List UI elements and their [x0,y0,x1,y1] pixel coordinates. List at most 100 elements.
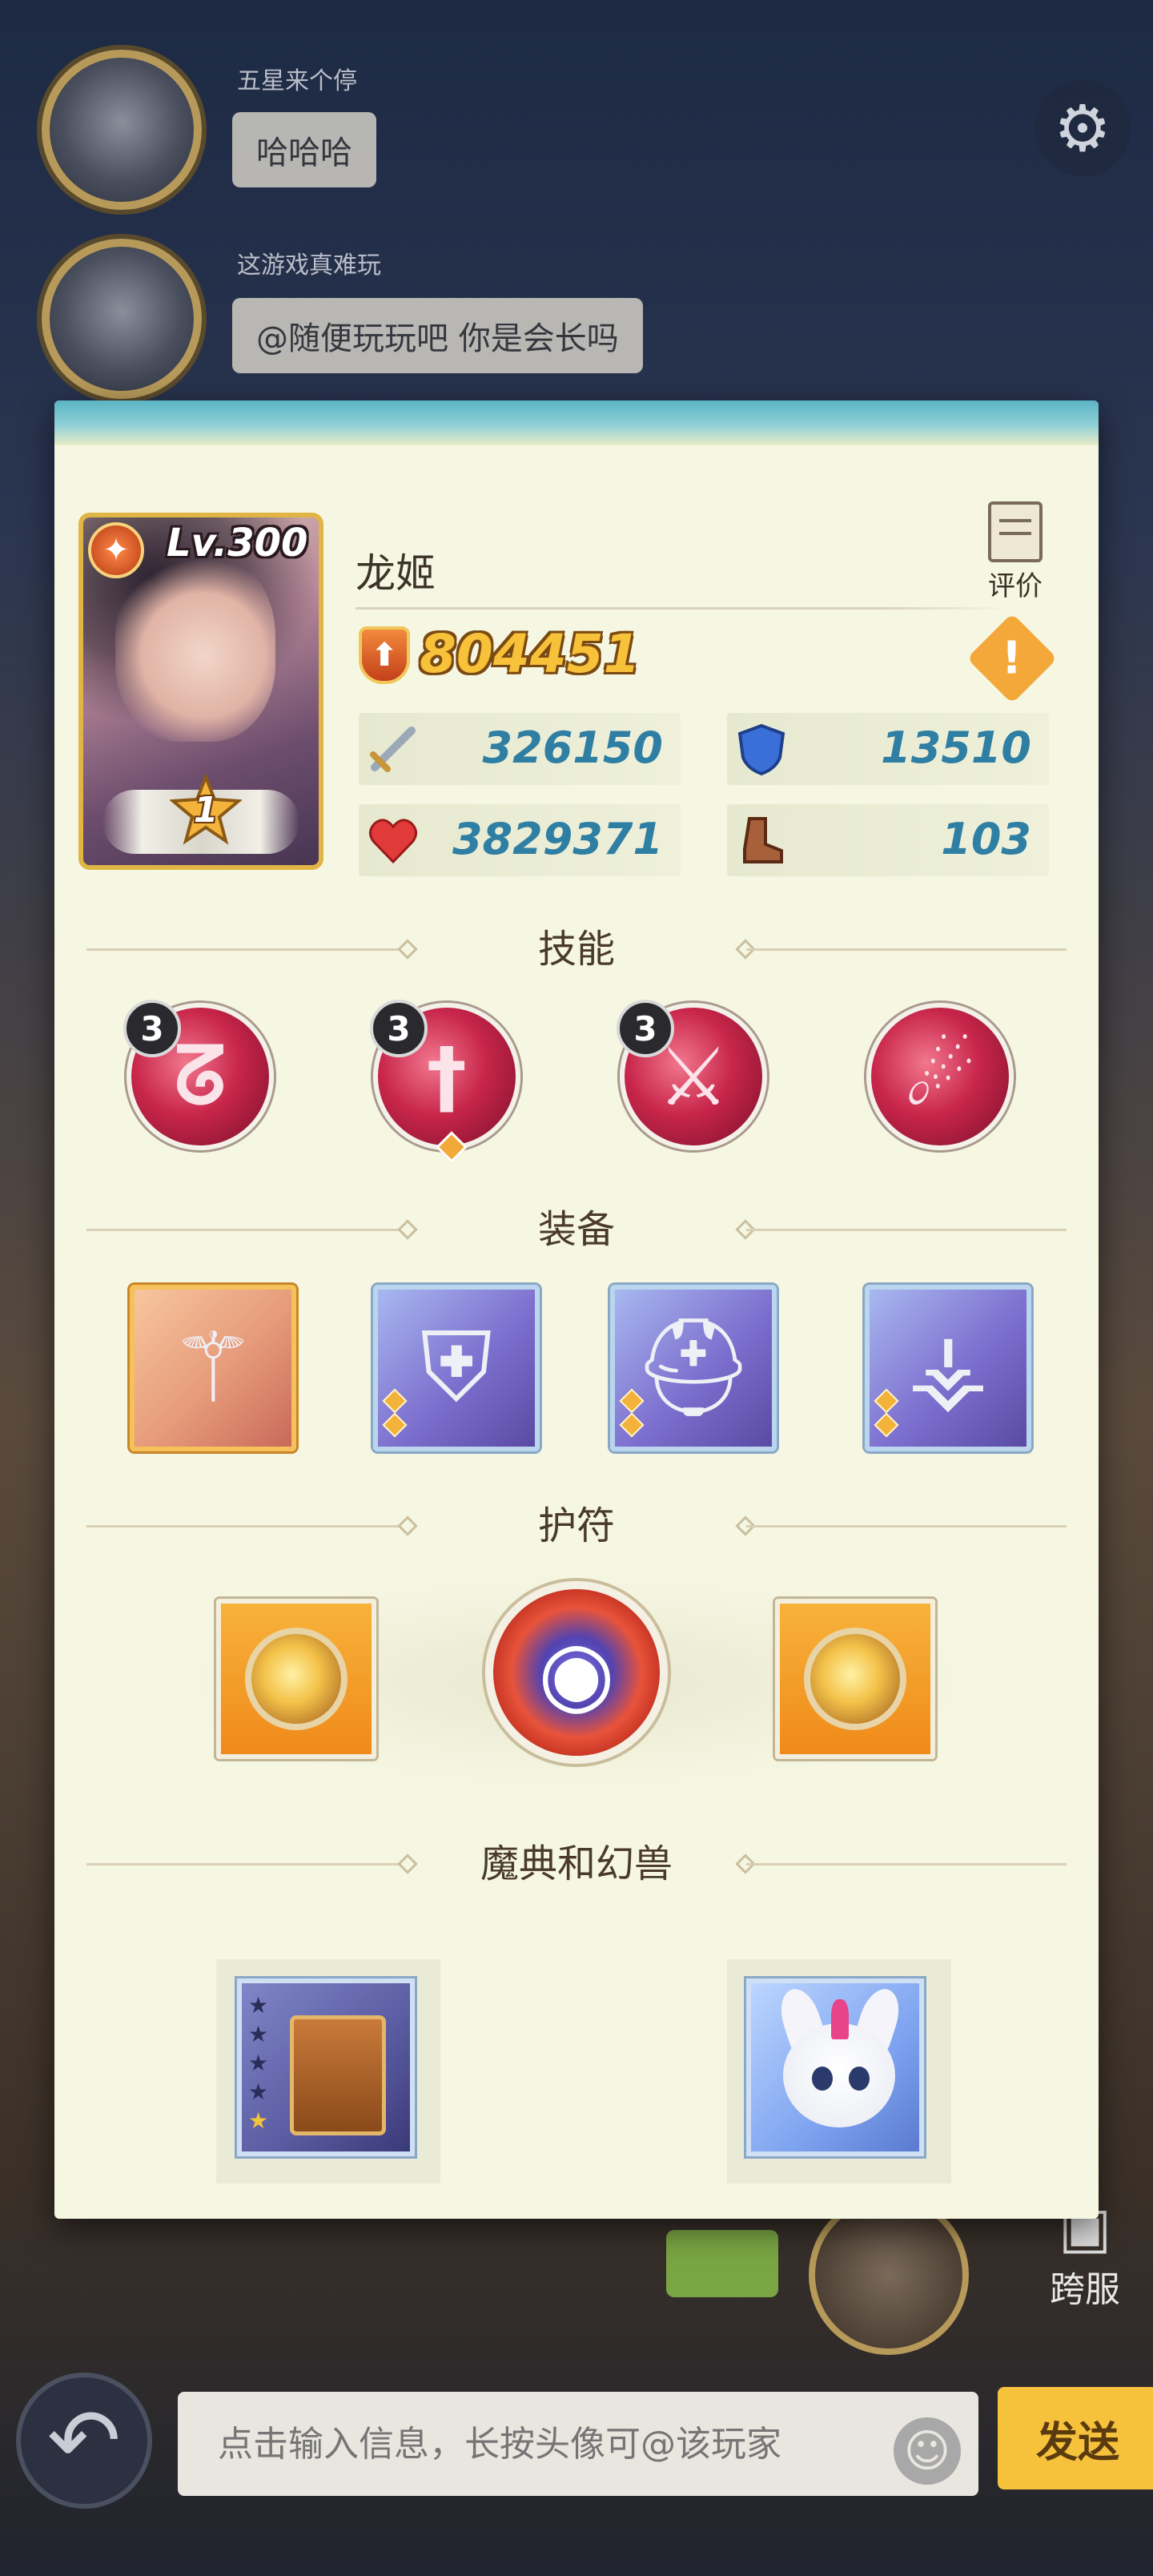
section-title: 护符 [537,1503,615,1548]
cross-server-label: 跨服 [1050,2269,1120,2310]
amulet-icon [245,1628,348,1730]
section-header-grimoire-pet: 魔典和幻兽 [54,1836,1099,1892]
grimoire-stars: ★ ★ ★ ★ ★ [248,1991,272,2135]
heart-icon [367,814,420,867]
pet-horn [831,1999,849,2039]
star-icon: ★ [248,2050,269,2076]
skill-icon: ☄ [904,1029,976,1124]
stat-attack: 326150 [359,713,681,785]
equipment-gems [382,1386,408,1440]
back-arrow-icon: ↶ [46,2389,122,2492]
divider-ornament [397,939,418,960]
chat-sender-name: 这游戏真难玩 [237,252,381,280]
panel-header-trim [54,400,1099,445]
shield-icon [735,722,788,775]
chat-avatar[interactable] [42,239,202,399]
chat-avatar[interactable] [42,50,202,210]
back-button[interactable]: ↶ [16,2373,152,2509]
section-header-amulets: 护符 [54,1498,1099,1554]
section-title: 技能 [537,927,615,972]
rate-label: 评价 [988,570,1043,602]
star-icon: ★ [248,2021,269,2047]
fire-element-icon: ✦ [88,522,144,578]
grimoire-book-icon [290,2015,386,2135]
equipment-weapon[interactable]: ⚚ [130,1285,296,1451]
report-button[interactable]: ! [966,613,1058,704]
star-rank: 1 [193,789,219,831]
chat-bubble [666,2230,778,2297]
section-header-skills: 技能 [54,921,1099,977]
weapon-icon: ⚚ [170,1312,256,1424]
amulet-icon [804,1628,906,1730]
skill-level-badge: 3 [370,1000,428,1057]
section-title: 魔典和幻兽 [480,1841,673,1886]
stat-speed: 103 [727,804,1049,876]
pet-eye [812,2067,833,2091]
section-header-equipment: 装备 [54,1201,1099,1258]
sword-icon [367,722,420,775]
amulet-core[interactable]: ◉ [485,1581,668,1764]
divider [356,607,1012,610]
stat-value: 326150 [482,722,663,773]
chat-avatar[interactable] [809,2195,969,2355]
star-icon: ★ [248,2079,269,2105]
stat-defense: 13510 [727,713,1049,785]
skill-slot-2[interactable]: † 3 [370,1000,520,1163]
divider [746,948,1067,951]
skill-slot-1[interactable]: ᘔ 3 [123,1000,274,1150]
skill-slot-4[interactable]: ☄ [866,1003,1014,1150]
skill-level-badge: 3 [123,1000,181,1057]
section-title: 装备 [537,1207,615,1252]
skill-level-badge: 3 [617,1000,674,1057]
hero-name: 龙姬 [356,550,436,597]
send-button[interactable]: 发送 [998,2387,1153,2489]
warning-icon: ! [1002,632,1022,685]
stat-value: 13510 [881,722,1031,773]
hero-portrait-face [115,549,275,742]
stat-value: 103 [941,814,1031,864]
divider-ornament [397,1219,418,1240]
pet-slot[interactable] [746,1978,924,2156]
divider-ornament [397,1515,418,1536]
star-icon: ★ [248,1992,269,2019]
emoji-icon[interactable]: ☺ [894,2417,961,2485]
stat-hp: 3829371 [359,804,681,876]
divider-ornament [397,1854,418,1874]
rate-button[interactable]: 评价 [977,501,1054,602]
hero-portrait-card[interactable]: ✦ Lv.300 1 [78,513,323,870]
divider [746,1863,1067,1866]
star-rank-badge: 1 [170,774,242,846]
gear-icon: ⚙ [1054,91,1111,166]
divider [86,1525,407,1527]
equipment-gems [874,1386,899,1440]
chat-sender-name: 五星来个停 [237,67,357,95]
chat-input-bar: ↶ ☺ 发送 [0,2339,1153,2576]
chat-message-input[interactable] [178,2392,978,2496]
equipment-armor[interactable]: ⛨ [373,1285,540,1451]
chat-bubble: 哈哈哈 [232,112,376,187]
skill-slot-3[interactable]: ⚔ 3 [617,1000,767,1150]
hero-level: Lv.300 [167,521,308,566]
grimoire-slot[interactable]: ★ ★ ★ ★ ★ [237,1978,415,2156]
amulet-slot-left[interactable] [216,1599,376,1759]
stat-value: 3829371 [452,814,663,864]
star-icon: ★ [248,2107,269,2134]
amulet-slot-right[interactable] [775,1599,935,1759]
chat-bubble: @随便玩玩吧 你是会长吗 [232,298,643,373]
amulet-core-icon: ◉ [538,1621,615,1724]
pet-eye [849,2067,870,2091]
settings-button[interactable]: ⚙ [1034,80,1131,176]
combat-power: 804451 [420,623,641,685]
equipment-gems [619,1386,645,1440]
divider [746,1525,1067,1527]
divider [746,1229,1067,1231]
divider [86,948,407,951]
equipment-boots[interactable]: ⚶ [865,1285,1031,1451]
divider [86,1863,407,1866]
edit-note-icon [988,501,1043,562]
boot-icon [735,814,788,867]
power-icon: ⬆ [359,626,410,684]
divider [86,1229,407,1231]
hero-detail-panel: ✦ Lv.300 1 龙姬 评价 ⬆ 804451 ! 326150 13510 [54,400,1099,2219]
equipment-helmet[interactable]: ⛑ [610,1285,777,1451]
